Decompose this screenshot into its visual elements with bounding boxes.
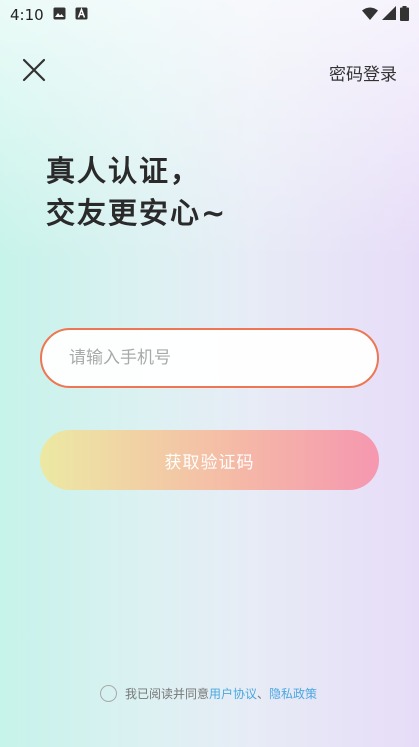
status-time: 4:10 xyxy=(10,6,44,24)
signal-icon xyxy=(382,6,396,24)
headline-line-2: 交友更安心~ xyxy=(46,196,228,230)
user-agreement-link[interactable]: 用户协议 xyxy=(209,685,257,702)
status-bar: 4:10 xyxy=(0,0,419,30)
headline-line-1: 真人认证， xyxy=(46,154,202,188)
image-icon xyxy=(53,6,66,24)
get-code-button[interactable]: 获取验证码 xyxy=(40,430,379,490)
password-login-link[interactable]: 密码登录 xyxy=(329,60,397,85)
phone-input-wrapper xyxy=(40,328,379,388)
phone-number-input[interactable] xyxy=(42,347,377,369)
agreement-separator: 、 xyxy=(257,687,270,701)
agreement-row: 我已阅读并同意 用户协议、隐私政策 xyxy=(100,685,317,702)
agreement-prefix: 我已阅读并同意 xyxy=(125,687,210,701)
wifi-icon xyxy=(362,6,378,24)
privacy-policy-link[interactable]: 隐私政策 xyxy=(269,685,317,702)
agreement-checkbox[interactable] xyxy=(100,685,117,702)
battery-icon xyxy=(400,5,409,25)
page-headline: 真人认证， 交友更安心~ xyxy=(46,150,227,234)
close-icon[interactable] xyxy=(22,58,46,82)
a-icon xyxy=(75,6,88,24)
